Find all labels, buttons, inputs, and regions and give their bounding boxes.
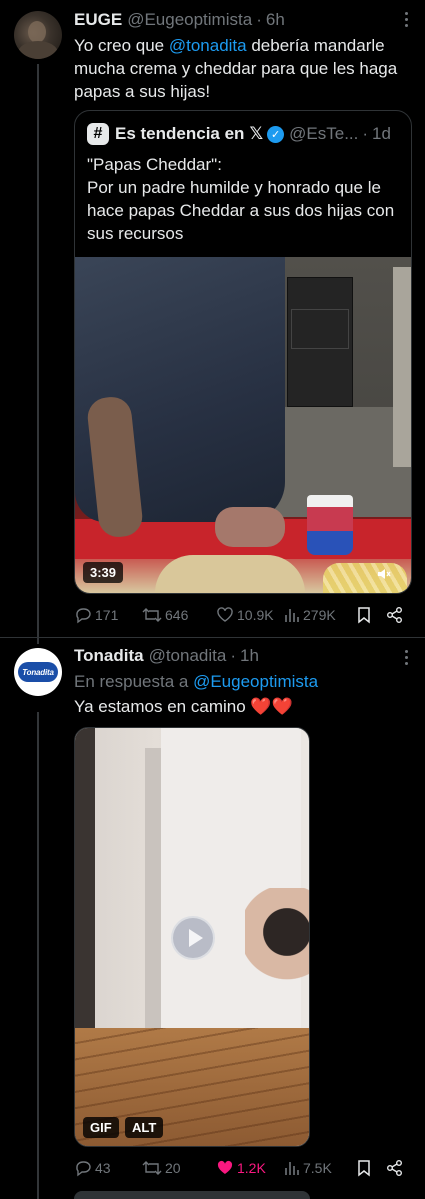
timestamp[interactable]: 6h [266,10,285,30]
more-options-icon[interactable] [405,650,409,668]
next-media-preview[interactable] [74,1191,310,1199]
reply-count: 171 [95,607,119,623]
author-name[interactable]: Tonadita [74,646,144,666]
repost-count: 20 [165,1160,181,1176]
hashtag-icon: # [87,123,109,145]
verified-badge-icon: ✓ [267,125,285,143]
thread-line [37,712,39,1199]
like-count: 1.2K [237,1160,266,1176]
share-icon [387,1160,402,1176]
views-icon [285,609,299,622]
like-button[interactable]: 10.9K [216,606,284,624]
quote-header: # Es tendencia en 𝕏 ✓ @EsTe... · 1d [87,123,399,145]
x-logo-icon: 𝕏 [249,124,264,143]
tonadita-logo: Tonadita [18,662,58,682]
views-button[interactable]: 279K [284,607,356,623]
heart-icon [217,607,233,622]
more-options-icon[interactable] [405,12,409,30]
views-button[interactable]: 7.5K [284,1160,356,1176]
repost-icon [142,608,162,622]
author-handle[interactable]: @tonadita [149,646,227,666]
bookmark-button[interactable] [356,1159,386,1177]
mention-link[interactable]: @tonadita [169,36,247,55]
tweet-actions: 171 646 10.9K 279K [74,604,411,626]
like-count: 10.9K [237,607,274,623]
avatar[interactable] [14,11,62,59]
alt-badge[interactable]: ALT [125,1117,164,1138]
video-player[interactable]: 3:39 [75,257,411,593]
repost-button[interactable]: 20 [142,1159,216,1177]
bookmark-button[interactable] [356,606,386,624]
tweet-text: Ya estamos en camino ❤️❤️ [74,697,293,716]
reply-button[interactable]: 43 [74,1159,142,1177]
bookmark-icon [358,607,370,624]
views-count: 7.5K [303,1160,332,1176]
author-name[interactable]: EUGE [74,10,122,30]
tweet-actions: 43 20 1.2K 7.5K [74,1157,411,1179]
quote-text: "Papas Cheddar": Por un padre humilde y … [87,155,395,243]
quote-timestamp: 1d [372,124,391,143]
author-handle[interactable]: @Eugeoptimista [127,10,252,30]
separator-dot: · [362,124,369,143]
repost-button[interactable]: 646 [142,606,216,624]
share-button[interactable] [386,1159,407,1177]
reply-icon [76,1161,91,1177]
separator-dot: · [256,10,262,29]
repost-count: 646 [165,607,189,623]
mention-link[interactable]: @Eugeoptimista [193,672,318,691]
reply-context: En respuesta a @Eugeoptimista [74,672,319,691]
tweet-text: Yo creo que @tonadita debería mandarle m… [74,36,398,101]
video-duration: 3:39 [83,562,124,583]
play-icon[interactable] [171,916,215,960]
quoted-tweet-card[interactable]: # Es tendencia en 𝕏 ✓ @EsTe... · 1d "Pap… [74,110,412,594]
tweet-header: EUGE @Eugeoptimista · 6h [74,10,413,30]
avatar[interactable]: Tonadita [14,648,62,696]
reply-count: 43 [95,1160,111,1176]
repost-icon [142,1161,162,1175]
gif-badge: GIF [83,1117,119,1138]
bookmark-icon [358,1160,370,1177]
separator-dot: · [230,646,237,665]
quote-author-handle: @EsTe... [289,124,359,143]
thread-line [37,64,39,644]
mute-icon[interactable] [377,567,391,581]
views-count: 279K [303,607,336,623]
divider [0,637,425,638]
like-button[interactable]: 1.2K [216,1159,284,1177]
share-icon [387,607,402,623]
tweet-header: Tonadita @tonadita · 1h [74,646,413,666]
quote-author-name: Es tendencia en [115,124,245,143]
timestamp[interactable]: 1h [240,646,259,666]
share-button[interactable] [386,606,407,624]
heart-filled-icon [217,1160,233,1174]
gif-media[interactable]: GIF ALT [74,727,310,1147]
reply-button[interactable]: 171 [74,606,142,624]
reply-icon [76,608,91,624]
views-icon [285,1162,299,1175]
